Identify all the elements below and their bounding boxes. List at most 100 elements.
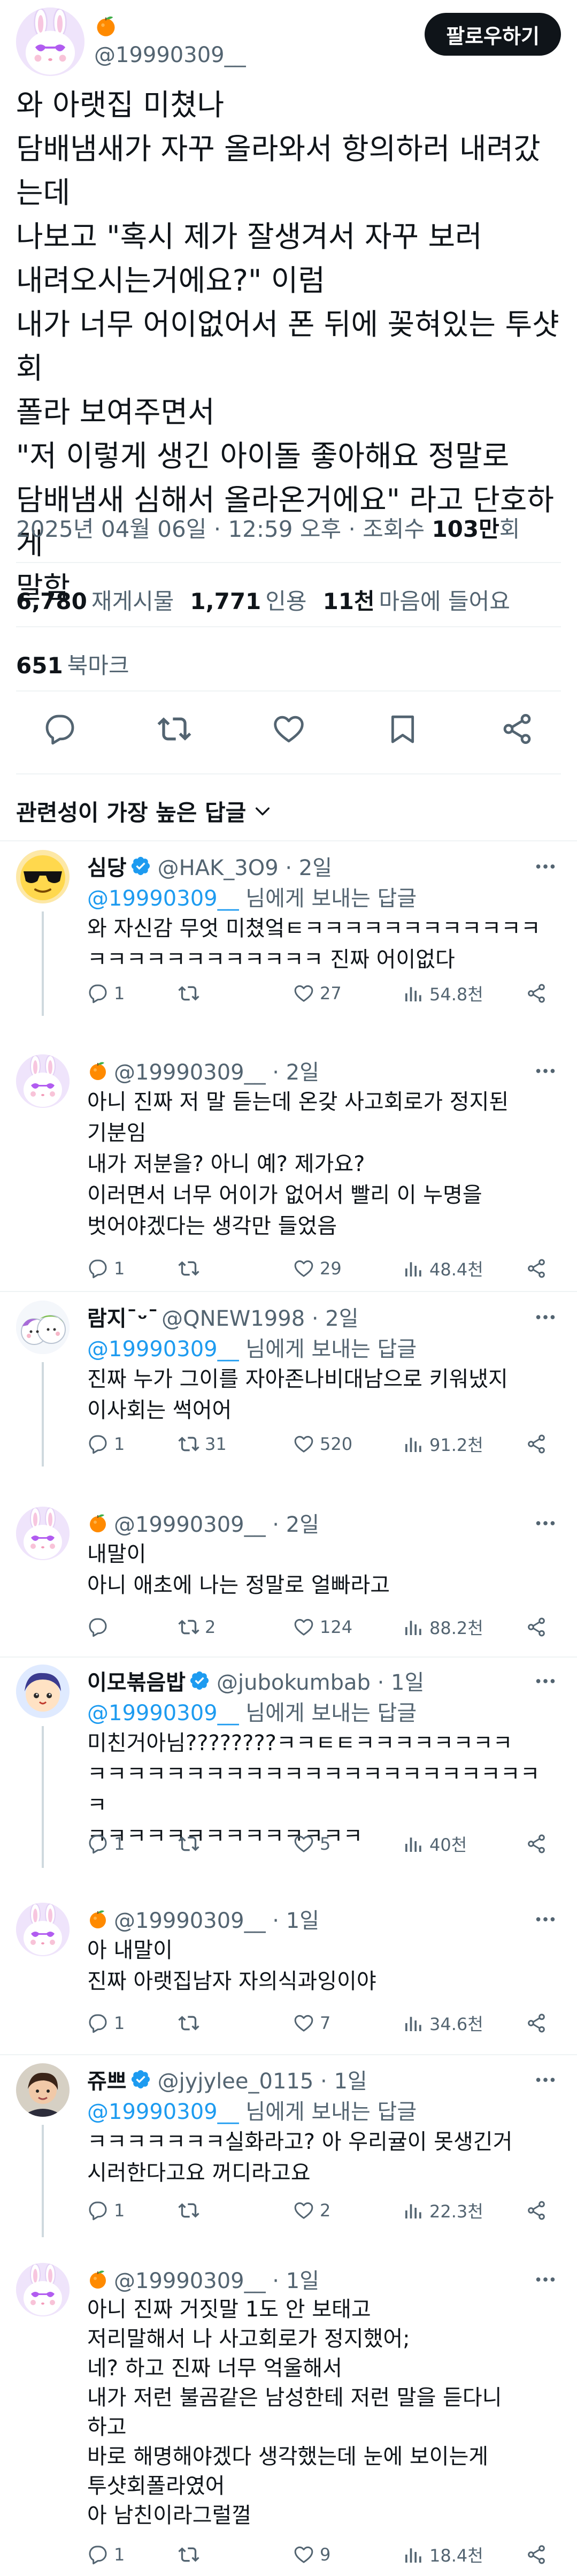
like-button[interactable]: 2	[293, 2200, 330, 2221]
reply-button[interactable]: 1	[87, 983, 125, 1004]
reply-item[interactable]: 쥬쁘 @jyjylee_0115 · 1일 @19990309__ 님에게 보내…	[0, 2063, 577, 2237]
views-button[interactable]: 34.6천	[403, 2011, 483, 2035]
reposts-stat[interactable]: 6,780 재게시물	[16, 588, 174, 614]
likes-stat[interactable]: 11천 마음에 들어요	[323, 588, 510, 614]
reply-button[interactable]: 1	[87, 2544, 125, 2565]
more-icon[interactable]	[533, 854, 558, 879]
views-button[interactable]: 40천	[403, 1832, 467, 1856]
share-button[interactable]	[526, 2200, 547, 2221]
views-button[interactable]: 54.8천	[403, 981, 483, 1006]
like-button[interactable]: 124	[293, 1616, 352, 1638]
share-button[interactable]	[526, 1616, 547, 1638]
reply-author-name[interactable]: 이모볶음밥	[87, 1665, 186, 1696]
share-button[interactable]	[526, 2544, 547, 2565]
repost-icon[interactable]	[157, 712, 191, 746]
quotes-stat[interactable]: 1,771 인용	[190, 588, 306, 614]
reply-handle-time[interactable]: @19990309__ · 1일	[114, 2263, 319, 2294]
reply-item[interactable]: 람지¯ᵕ¯ @QNEW1998 · 2일 @19990309__ 님에게 보내는…	[0, 1301, 577, 1472]
reply-handle-time[interactable]: @19990309__ · 1일	[114, 1903, 319, 1934]
reply-handle-time[interactable]: @QNEW1998 · 2일	[161, 1301, 358, 1332]
reply-avatar[interactable]	[16, 2263, 70, 2316]
reply-item[interactable]: @19990309__ · 1일 아 내말이 진짜 아랫집남자 자의식과잉이야 …	[0, 1903, 577, 2047]
reply-avatar[interactable]	[16, 1054, 70, 1108]
like-button[interactable]: 520	[293, 1433, 352, 1455]
more-icon[interactable]	[533, 1305, 558, 1329]
reply-avatar[interactable]	[16, 1903, 70, 1956]
reply-to-link[interactable]: @19990309__	[87, 1337, 239, 1362]
reply-avatar[interactable]	[16, 2063, 70, 2117]
thread-line	[42, 911, 44, 1016]
share-button[interactable]	[526, 983, 547, 1004]
reply-item[interactable]: @19990309__ · 2일 내말이 아니 애초에 나는 정말로 얼빠라고 …	[0, 1507, 577, 1651]
share-icon[interactable]	[500, 712, 534, 746]
reply-to-link[interactable]: @19990309__	[87, 886, 239, 911]
reply-to-link[interactable]: @19990309__	[87, 1701, 239, 1726]
reply-author-name[interactable]: 람지¯ᵕ¯	[87, 1301, 158, 1332]
reply-handle-time[interactable]: @HAK_3O9 · 2일	[158, 850, 332, 882]
reply-handle-time[interactable]: @jyjylee_0115 · 1일	[158, 2064, 367, 2095]
reply-avatar[interactable]	[16, 850, 70, 903]
repost-button[interactable]	[178, 983, 205, 1004]
reply-item[interactable]: 심당 @HAK_3O9 · 2일 @19990309__ 님에게 보내는 답글 …	[0, 850, 577, 1021]
author-name[interactable]	[94, 14, 118, 37]
bookmarks-stat[interactable]: 651 북마크	[16, 648, 129, 680]
views-button[interactable]: 48.4천	[403, 1256, 483, 1281]
reply-item[interactable]: @19990309__ · 2일 아니 진짜 저 말 듣는데 온갖 사고회로가 …	[0, 1054, 577, 1281]
reply-button[interactable]: 1	[87, 2200, 125, 2221]
author-avatar[interactable]	[16, 7, 84, 76]
repost-button[interactable]	[178, 2544, 205, 2565]
repost-button[interactable]	[178, 1258, 205, 1279]
reply-button[interactable]: 1	[87, 1258, 125, 1279]
like-button[interactable]: 9	[293, 2544, 330, 2565]
reply-text: 내말이 아니 애초에 나는 정말로 얼빠라고	[87, 1542, 390, 1598]
reply-button[interactable]: 1	[87, 2012, 125, 2034]
views-button[interactable]: 22.3천	[403, 2198, 483, 2223]
share-icon	[526, 1833, 547, 1855]
reply-button[interactable]: 1	[87, 1433, 125, 1455]
more-icon[interactable]	[533, 2267, 558, 2292]
reply-handle-time[interactable]: @jubokumbab · 1일	[217, 1665, 424, 1696]
reply-button[interactable]: 1	[87, 1833, 125, 1855]
views-button[interactable]: 91.2천	[403, 1432, 483, 1456]
reply-icon[interactable]	[43, 712, 77, 746]
views-button[interactable]: 18.4천	[403, 2542, 483, 2567]
repost-button[interactable]: 2	[178, 1616, 216, 1638]
reply-avatar[interactable]	[16, 1665, 70, 1718]
reply-icon	[87, 1833, 109, 1855]
more-icon[interactable]	[533, 1511, 558, 1536]
more-icon[interactable]	[533, 1907, 558, 1932]
reply-avatar[interactable]	[16, 1507, 70, 1560]
post-date[interactable]: 2025년 04월 06일 · 12:59 오후 · 조회수	[16, 516, 432, 542]
bookmark-icon[interactable]	[386, 712, 420, 746]
repost-button[interactable]	[178, 2200, 205, 2221]
post-meta: 2025년 04월 06일 · 12:59 오후 · 조회수 103만회	[16, 511, 520, 544]
reply-to-link[interactable]: @19990309__	[87, 2100, 239, 2124]
share-button[interactable]	[526, 1433, 547, 1455]
share-button[interactable]	[526, 1833, 547, 1855]
reply-item[interactable]: 이모볶음밥 @jubokumbab · 1일 @19990309__ 님에게 보…	[0, 1665, 577, 1879]
like-button[interactable]: 7	[293, 2012, 330, 2034]
reply-author-name[interactable]: 쥬쁘	[87, 2064, 127, 2095]
like-button[interactable]: 29	[293, 1258, 342, 1279]
author-handle[interactable]: @19990309__	[94, 43, 246, 67]
reply-handle-time[interactable]: @19990309__ · 2일	[114, 1055, 319, 1086]
like-button[interactable]: 27	[293, 983, 342, 1004]
reply-avatar[interactable]	[16, 1301, 70, 1354]
reply-author-name[interactable]: 심당	[87, 850, 127, 882]
views-button[interactable]: 88.2천	[403, 1615, 483, 1639]
more-icon[interactable]	[533, 2068, 558, 2092]
follow-button[interactable]: 팔로우하기	[425, 13, 561, 56]
reply-button[interactable]	[87, 1616, 114, 1638]
share-button[interactable]	[526, 2012, 547, 2034]
heart-icon[interactable]	[272, 712, 306, 746]
reply-sort-dropdown[interactable]: 관련성이 가장 높은 답글	[16, 795, 272, 827]
reply-handle-time[interactable]: @19990309__ · 2일	[114, 1507, 319, 1538]
reply-item[interactable]: @19990309__ · 1일 아니 진짜 거짓말 1도 안 보태고 저리말해…	[0, 2263, 577, 2573]
repost-button[interactable]	[178, 2012, 205, 2034]
more-icon[interactable]	[533, 1059, 558, 1083]
repost-button[interactable]	[178, 1833, 205, 1855]
like-button[interactable]: 5	[293, 1833, 330, 1855]
share-button[interactable]	[526, 1258, 547, 1279]
more-icon[interactable]	[533, 1669, 558, 1693]
repost-button[interactable]: 31	[178, 1433, 227, 1455]
